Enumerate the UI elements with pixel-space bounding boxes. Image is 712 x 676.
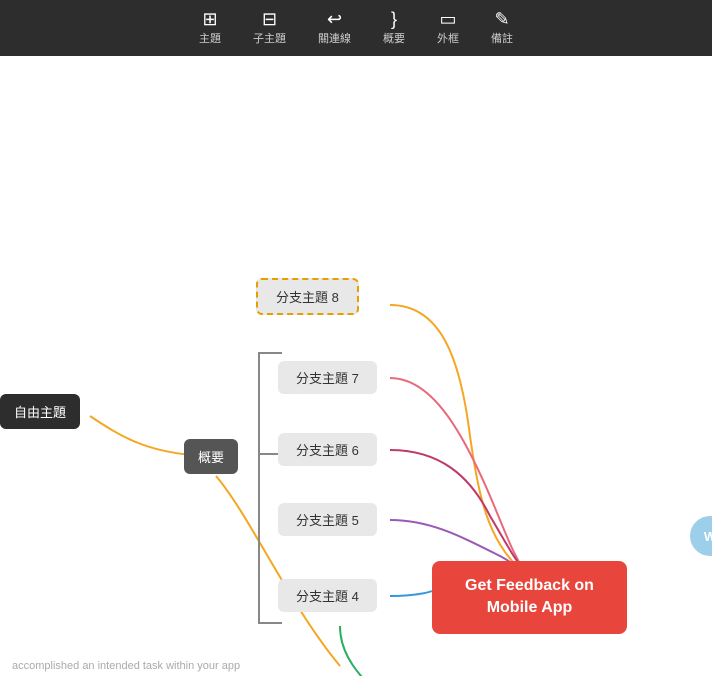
connection-icon: ↩ <box>327 10 342 28</box>
note-icon: ✎ <box>494 10 509 28</box>
toolbar: ⊞ 主題 ⊟ 子主題 ↩ 關連線 } 概要 ▭ 外框 ✎ 備註 <box>0 0 712 56</box>
node-branch6[interactable]: 分支主題 6 <box>278 433 377 466</box>
node-get-feedback[interactable]: Get Feedback on Mobile App <box>432 561 627 634</box>
frame-icon: ▭ <box>439 10 456 28</box>
outline-icon: } <box>391 10 397 28</box>
tool-connection[interactable]: ↩ 關連線 <box>318 10 351 46</box>
node-branch7[interactable]: 分支主題 7 <box>278 361 377 394</box>
tool-topic-label: 主題 <box>199 30 221 46</box>
tool-connection-label: 關連線 <box>318 30 351 46</box>
tool-outline[interactable]: } 概要 <box>383 10 405 46</box>
bottom-text: accomplished an intended task within you… <box>12 660 240 672</box>
topic-icon: ⊞ <box>202 10 217 28</box>
tool-subtopic-label: 子主題 <box>253 30 286 46</box>
tool-frame-label: 外框 <box>437 30 459 46</box>
subtopic-icon: ⊟ <box>262 10 277 28</box>
tool-outline-label: 概要 <box>383 30 405 46</box>
node-w-partial[interactable]: W <box>690 516 712 556</box>
tool-note-label: 備註 <box>491 30 513 46</box>
node-free-topic[interactable]: 自由主題 <box>0 394 80 429</box>
node-overview[interactable]: 概要 <box>184 439 238 474</box>
node-branch8[interactable]: 分支主題 8 <box>256 278 359 315</box>
tool-note[interactable]: ✎ 備註 <box>491 10 513 46</box>
canvas: 自由主題 概要 分支主題 8 分支主題 7 分支主題 6 分支主題 5 分支主題… <box>0 56 712 676</box>
tool-frame[interactable]: ▭ 外框 <box>437 10 459 46</box>
tool-subtopic[interactable]: ⊟ 子主題 <box>253 10 286 46</box>
tool-topic[interactable]: ⊞ 主題 <box>199 10 221 46</box>
node-branch5[interactable]: 分支主題 5 <box>278 503 377 536</box>
node-branch4[interactable]: 分支主題 4 <box>278 579 377 612</box>
